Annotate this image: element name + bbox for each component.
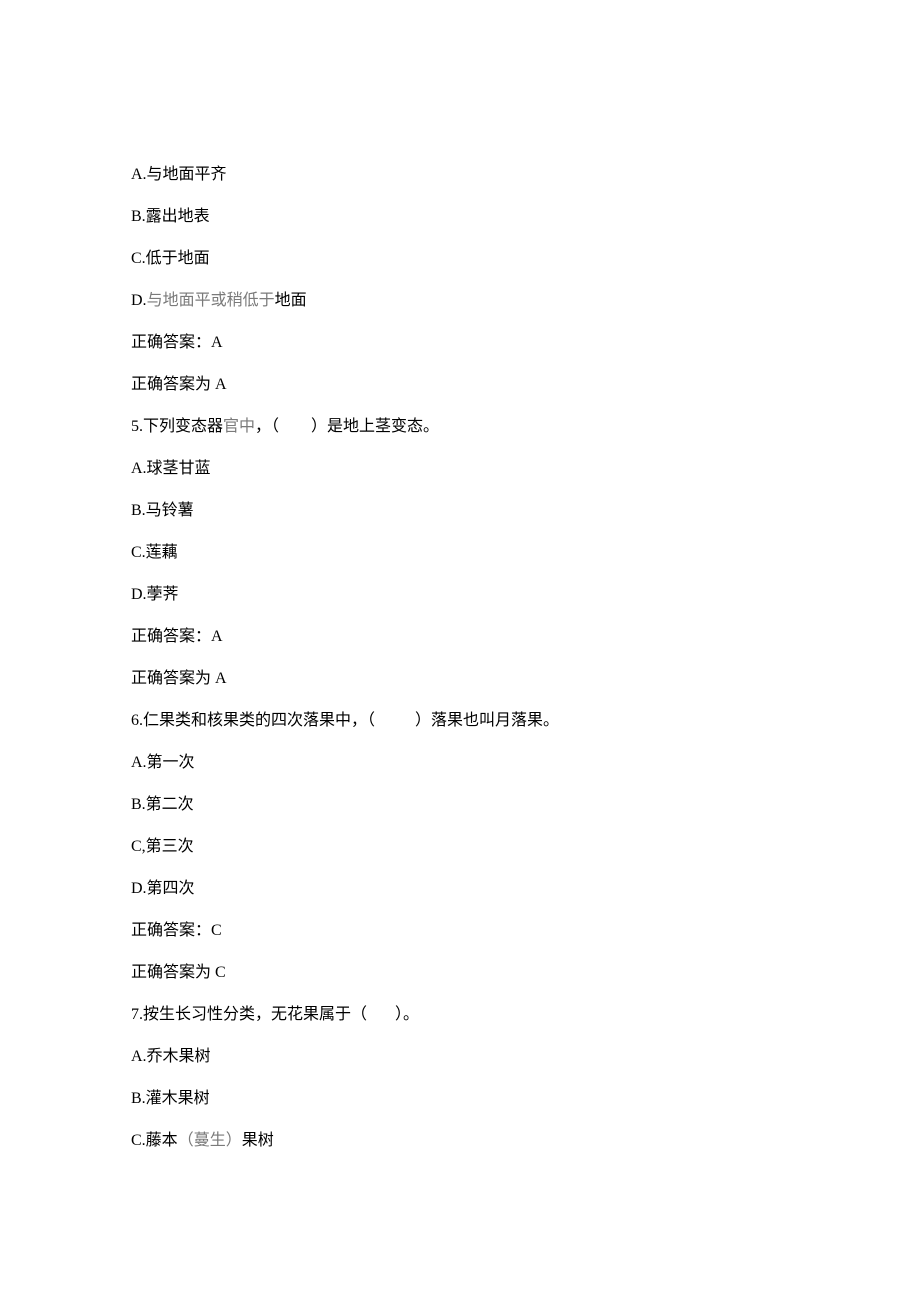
q5-option-a: A.球茎甘蓝 [131, 461, 920, 477]
q7-option-b: B.灌木果树 [131, 1091, 920, 1107]
q4-option-d: D.与地面平或稍低于地面 [131, 293, 920, 309]
q6-option-d: D.第四次 [131, 881, 920, 897]
q5-stem-mid: 官中 [223, 418, 255, 435]
q5-option-c: C.莲藕 [131, 545, 920, 561]
q4-option-b: B.露出地表 [131, 209, 920, 225]
q5-answer-confirm: 正确答案为 A [131, 671, 920, 687]
q5-option-d: D.荸荠 [131, 587, 920, 603]
q6-option-b: B.第二次 [131, 797, 920, 813]
q4-option-d-post: 地面 [275, 292, 307, 309]
q6-option-a: A.第一次 [131, 755, 920, 771]
q4-answer-confirm: 正确答案为 A [131, 377, 920, 393]
q6-answer-confirm: 正确答案为 C [131, 965, 920, 981]
q7-stem: 7.按生长习性分类，无花果属于（ ）。 [131, 1007, 920, 1023]
q5-stem-pre: 5.下列变态器 [131, 418, 223, 435]
document-page: A.与地面平齐 B.露出地表 C.低于地面 D.与地面平或稍低于地面 正确答案：… [0, 0, 920, 1302]
q7-option-a: A.乔木果树 [131, 1049, 920, 1065]
q6-stem: 6.仁果类和核果类的四次落果中，（ ）落果也叫月落果。 [131, 713, 920, 729]
q7-option-c-post: 果树 [242, 1132, 274, 1149]
q4-option-d-pre: D. [131, 292, 147, 309]
q4-answer-label: 正确答案：A [131, 335, 920, 351]
q6-option-c: C,第三次 [131, 839, 920, 855]
q5-option-b: B.马铃薯 [131, 503, 920, 519]
q6-answer-label: 正确答案：C [131, 923, 920, 939]
q4-option-c: C.低于地面 [131, 251, 920, 267]
q5-stem: 5.下列变态器官中，（ ）是地上茎变态。 [131, 419, 920, 435]
q5-answer-label: 正确答案：A [131, 629, 920, 645]
q7-option-c-mid: （蔓生） [178, 1132, 242, 1149]
q7-option-c: C.藤本（蔓生）果树 [131, 1133, 920, 1149]
q7-option-c-pre: C.藤本 [131, 1132, 178, 1149]
q4-option-d-mid: 与地面平或稍低于 [147, 292, 275, 309]
q4-option-a: A.与地面平齐 [131, 167, 920, 183]
q5-stem-post: ，（ ）是地上茎变态。 [255, 418, 439, 435]
